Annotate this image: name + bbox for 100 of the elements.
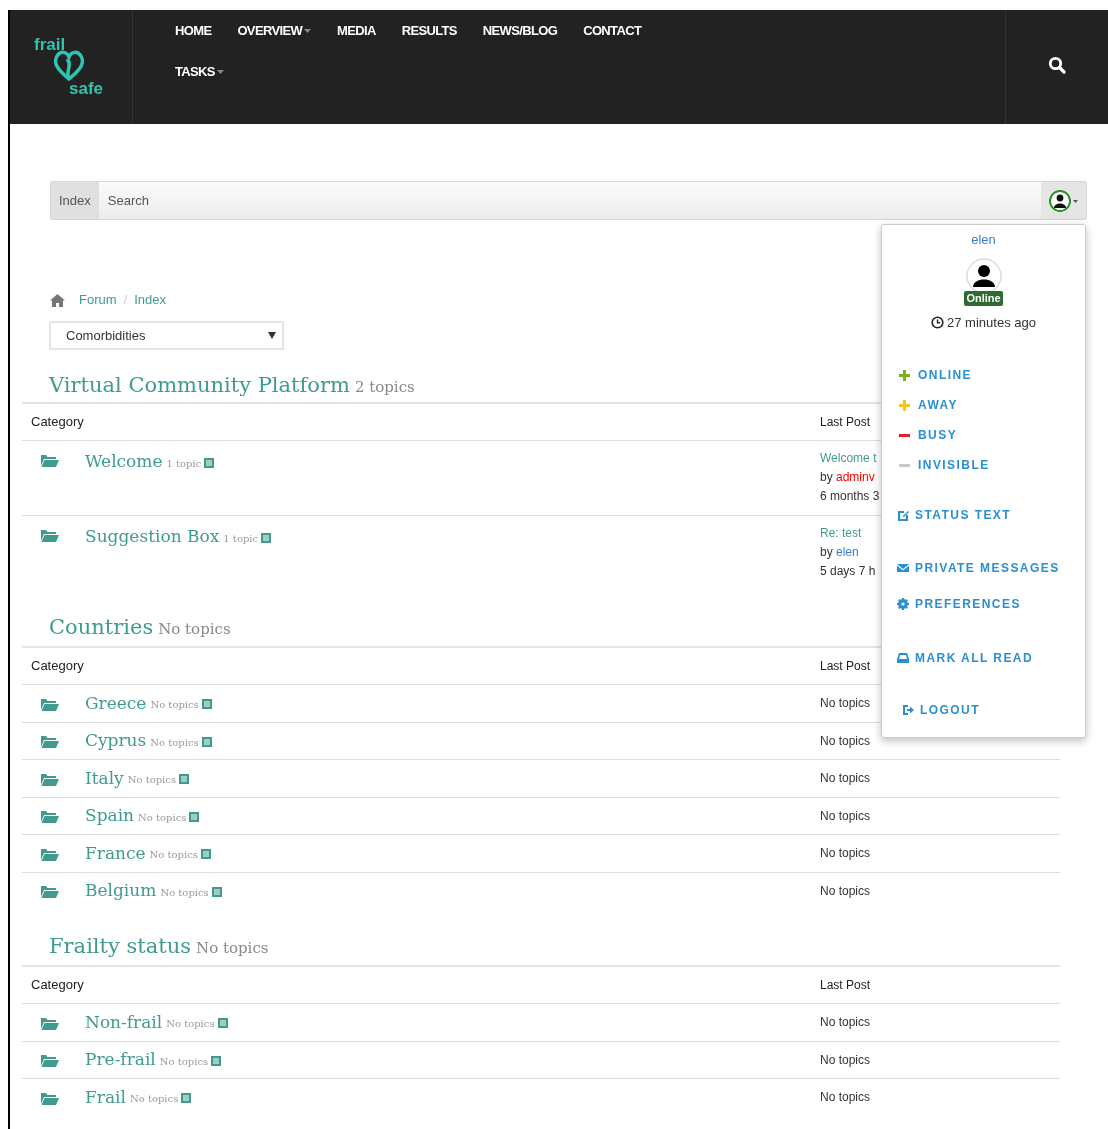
section-title[interactable]: Countries: [49, 612, 154, 644]
gear-icon: [897, 598, 909, 610]
category-dropdown[interactable]: Comorbidities: [49, 321, 284, 350]
column-header: Category: [31, 657, 85, 676]
clock-icon: [931, 315, 945, 329]
column-header: Category: [31, 976, 85, 995]
username-link[interactable]: elen: [971, 230, 996, 250]
post-link[interactable]: Welcome t: [820, 449, 877, 468]
column-header: Category: [31, 413, 85, 432]
topic-count: No topics: [138, 810, 187, 825]
search-icon: [1048, 56, 1066, 74]
list-icon: [200, 849, 211, 860]
logo[interactable]: frail safe: [31, 32, 111, 102]
list-icon: [201, 699, 212, 710]
post-author: by elen: [820, 544, 859, 561]
status-option[interactable]: AWAY: [897, 390, 958, 420]
category-link[interactable]: Belgium: [85, 878, 157, 904]
folder-icon: [40, 527, 60, 542]
folder-icon: [40, 883, 60, 899]
scope-label: Index: [50, 181, 99, 220]
last-post-text: No topics: [820, 808, 871, 823]
post-author: by adminv: [820, 469, 875, 486]
last-post-text: No topics: [820, 733, 871, 748]
category-link[interactable]: Greece: [85, 690, 147, 716]
category-link[interactable]: Non-frail: [85, 1009, 163, 1035]
avatar-icon: [965, 257, 1002, 294]
nav-link[interactable]: CONTACT: [583, 19, 642, 43]
status-option[interactable]: BUSY: [897, 420, 958, 450]
list-icon: [201, 736, 212, 747]
topic-count: No topics: [150, 735, 199, 750]
folder-icon: [40, 808, 60, 824]
logout-icon: [902, 704, 914, 716]
nav-link[interactable]: HOME: [175, 19, 212, 43]
topic-count: No topics: [149, 848, 198, 863]
list-icon: [261, 532, 272, 543]
status-option[interactable]: INVISIBLE: [897, 450, 990, 480]
list-icon: [211, 1055, 222, 1066]
topic-count: No topics: [166, 1017, 215, 1032]
category-link[interactable]: Spain: [85, 803, 135, 829]
dropdown-arrow-icon: [268, 332, 276, 339]
list-icon: [181, 1093, 192, 1104]
topic-count: No topics: [196, 938, 269, 959]
topic-count: No topics: [127, 773, 177, 788]
topic-count: 1 topic: [223, 531, 259, 546]
status-option[interactable]: ONLINE: [897, 360, 972, 390]
last-post-text: No topics: [820, 846, 871, 861]
post-time: 5 days 7 h: [820, 563, 876, 580]
column-header: Last Post: [820, 978, 871, 993]
post-link[interactable]: Re: test: [820, 524, 862, 543]
topic-count: No topics: [159, 1054, 209, 1069]
menu-item[interactable]: STATUS TEXT: [897, 500, 1012, 530]
breadcrumb-separator: /: [123, 291, 128, 310]
menu-item[interactable]: PRIVATE MESSAGES: [897, 553, 1060, 583]
inbox-icon: [897, 652, 909, 664]
search-field[interactable]: Search: [98, 181, 1041, 220]
envelope-icon: [897, 562, 909, 574]
nav-link[interactable]: MEDIA: [337, 19, 376, 43]
category-link[interactable]: Cyprus: [85, 728, 147, 754]
last-post-text: No topics: [820, 1015, 871, 1030]
section-title[interactable]: Frailty status: [49, 931, 192, 963]
last-post-text: No topics: [820, 696, 871, 711]
last-post-text: No topics: [820, 1090, 871, 1105]
nav-link[interactable]: TASKS: [175, 60, 224, 84]
category-link[interactable]: Welcome: [85, 449, 163, 475]
user-menu-button[interactable]: [1041, 181, 1087, 220]
nav-link[interactable]: OVERVIEW: [237, 19, 312, 43]
column-header: Last Post: [820, 415, 871, 430]
user-link[interactable]: adminv: [836, 470, 875, 484]
menu-item[interactable]: PREFERENCES: [897, 589, 1021, 619]
last-post-text: No topics: [820, 1052, 871, 1067]
folder-icon: [40, 452, 60, 467]
topic-count: No topics: [158, 619, 231, 640]
category-link[interactable]: Suggestion Box: [85, 524, 220, 550]
category-link[interactable]: France: [85, 840, 146, 866]
section-title[interactable]: Virtual Community Platform: [49, 370, 350, 402]
menu-item[interactable]: MARK ALL READ: [897, 643, 1034, 673]
category-link[interactable]: Pre-frail: [85, 1047, 156, 1073]
breadcrumb-link[interactable]: Index: [134, 290, 166, 310]
home-icon: [50, 293, 65, 307]
category-link[interactable]: Frail: [85, 1084, 126, 1110]
list-icon: [217, 1018, 228, 1029]
last-seen-text: 27 minutes ago: [947, 313, 1036, 332]
nav-link[interactable]: NEWS/BLOG: [482, 19, 558, 43]
breadcrumb-link[interactable]: Forum: [79, 290, 117, 310]
list-icon: [179, 774, 190, 785]
topic-count: No topics: [160, 885, 209, 900]
last-post-text: No topics: [820, 883, 871, 898]
list-icon: [211, 886, 222, 897]
topic-count: 2 topics: [354, 377, 415, 398]
folder-icon: [40, 1052, 60, 1068]
menu-item[interactable]: LOGOUT: [902, 695, 980, 725]
topic-count: 1 topic: [166, 456, 202, 471]
status-badge: Online: [964, 290, 1003, 306]
post-time: 6 months 3: [820, 488, 880, 505]
avatar-icon: [1047, 189, 1080, 212]
last-post-text: No topics: [820, 771, 871, 786]
nav-link[interactable]: RESULTS: [401, 19, 457, 43]
category-link[interactable]: Italy: [85, 765, 124, 791]
user-link[interactable]: elen: [836, 545, 859, 559]
topic-count: No topics: [129, 1092, 179, 1107]
